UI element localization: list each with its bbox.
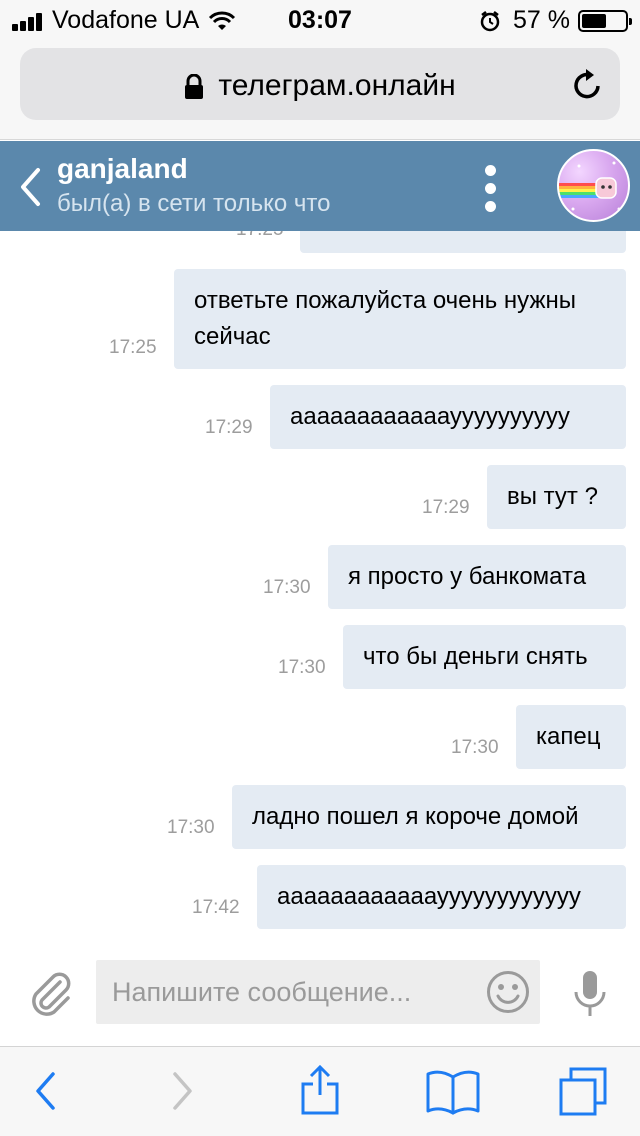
status-right: 57 % xyxy=(479,6,632,35)
message-bubble[interactable]: я просто у банкомата xyxy=(328,545,626,609)
browser-toolbar xyxy=(0,1046,640,1136)
message-time: 17:30 xyxy=(167,817,215,838)
battery-fill xyxy=(582,13,606,28)
more-options-icon[interactable] xyxy=(482,165,498,215)
message-bubble[interactable]: капец xyxy=(516,705,626,769)
message-bubble-partial[interactable] xyxy=(300,231,626,253)
message-text: ладно пошел я короче домой xyxy=(252,803,579,830)
message-text: капец xyxy=(536,723,601,750)
message-text: вы тут ? xyxy=(507,483,598,510)
url-text: телеграм.онлайн xyxy=(218,69,456,102)
message-time: 17:42 xyxy=(192,897,240,918)
forward-icon[interactable] xyxy=(172,1071,194,1111)
message-time: 17:29 xyxy=(205,417,253,438)
message-text: аааааааааааауууууууууу xyxy=(290,403,570,430)
message-bubble[interactable]: что бы деньги снять xyxy=(343,625,626,689)
chat-status: был(а) в сети только что xyxy=(57,190,331,217)
message-text: аааааааааааауууууууууууу xyxy=(277,883,581,910)
message-time: 17:29 xyxy=(422,497,470,518)
message-bubble[interactable]: ответьте пожалуйста очень нужны сейчас xyxy=(174,269,626,369)
lock-icon xyxy=(185,74,204,100)
message-input-placeholder: Напишите сообщение... xyxy=(112,977,412,1007)
chat-header: ganjaland был(а) в сети только что xyxy=(0,141,640,231)
chat-messages[interactable]: 17:25 ответьте пожалуйста очень нужны се… xyxy=(0,231,640,940)
message-bubble[interactable]: ладно пошел я короче домой xyxy=(232,785,626,849)
status-bar: Vodafone UA 03:07 57 % xyxy=(0,0,640,40)
tabs-icon[interactable] xyxy=(558,1067,608,1117)
back-chevron-icon[interactable] xyxy=(18,167,42,207)
reload-icon[interactable] xyxy=(572,68,604,102)
message-time: 17:25 xyxy=(109,337,157,358)
message-composer: Напишите сообщение... xyxy=(0,940,640,1046)
avatar[interactable] xyxy=(557,149,630,222)
alarm-icon xyxy=(480,10,500,31)
message-text: ответьте пожалуйста очень нужны сейчас xyxy=(194,287,577,350)
microphone-icon[interactable] xyxy=(573,970,607,1018)
paperclip-icon[interactable] xyxy=(28,968,72,1016)
message-time: 17:30 xyxy=(263,577,311,598)
emoji-icon[interactable] xyxy=(486,970,530,1014)
chat-title[interactable]: ganjaland xyxy=(57,153,188,185)
share-icon[interactable] xyxy=(300,1065,340,1115)
url-field[interactable]: телеграм.онлайн xyxy=(20,48,620,120)
message-time-partial: 17:25 xyxy=(236,231,284,241)
bookmarks-icon[interactable] xyxy=(426,1069,480,1115)
message-text: я просто у банкомата xyxy=(348,563,587,590)
message-bubble[interactable]: вы тут ? xyxy=(487,465,626,529)
message-input[interactable]: Напишите сообщение... xyxy=(96,960,540,1024)
back-icon[interactable] xyxy=(34,1071,56,1111)
message-bubble[interactable]: аааааааааааауууууууууу xyxy=(270,385,626,449)
screen: Vodafone UA 03:07 57 % телеграм.онлайн g… xyxy=(0,0,640,1136)
message-time: 17:30 xyxy=(451,737,499,758)
message-text: что бы деньги снять xyxy=(363,643,588,670)
message-bubble[interactable]: аааааааааааауууууууууууу xyxy=(257,865,626,929)
battery-percent: 57 % xyxy=(513,6,570,34)
browser-address-bar: телеграм.онлайн xyxy=(0,40,640,140)
battery-icon xyxy=(578,9,632,32)
message-time: 17:30 xyxy=(278,657,326,678)
